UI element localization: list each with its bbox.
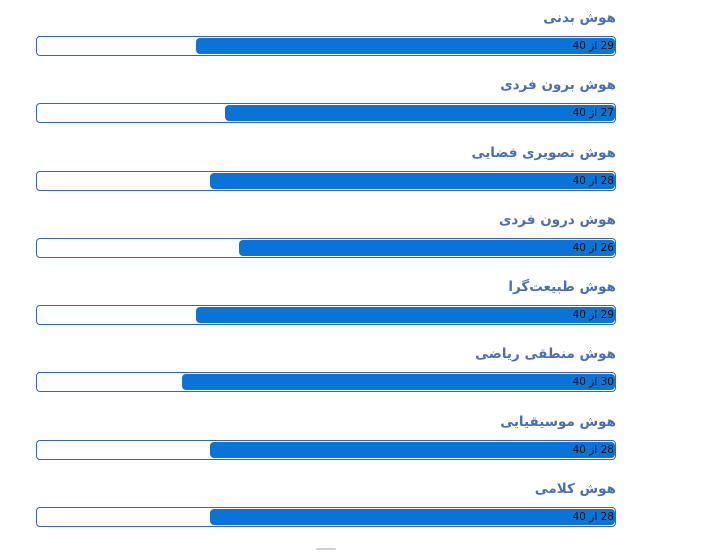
result-label: هوش طبیعت‌گرا — [508, 279, 616, 295]
score-progress-bar: 28 از 40 — [36, 171, 616, 191]
score-bar-fill — [195, 38, 615, 54]
result-label: هوش بدنی — [543, 10, 616, 26]
result-item: هوش تصویری فضایی 28 از 40 — [36, 143, 616, 203]
scroll-handle[interactable] — [316, 548, 336, 550]
score-bar-fill — [210, 173, 615, 189]
score-progress-bar: 26 از 40 — [36, 238, 616, 258]
score-progress-bar: 28 از 40 — [36, 440, 616, 460]
score-value: 28 از 40 — [572, 175, 614, 187]
result-item: هوش برون فردی 27 از 40 — [36, 75, 616, 135]
score-bar-fill — [239, 240, 615, 256]
score-value: 30 از 40 — [572, 376, 614, 388]
score-bar-fill — [181, 374, 615, 390]
score-progress-bar: 28 از 40 — [36, 507, 616, 527]
result-label: هوش برون فردی — [500, 77, 616, 93]
score-value: 29 از 40 — [572, 40, 614, 52]
result-item: هوش موسیقیایی 28 از 40 — [36, 412, 616, 472]
result-item: هوش درون فردی 26 از 40 — [36, 210, 616, 270]
score-value: 27 از 40 — [572, 107, 614, 119]
score-value: 28 از 40 — [572, 511, 614, 523]
intelligence-results-list: هوش بدنی 29 از 40 هوش برون فردی 27 از 40… — [0, 0, 707, 557]
score-progress-bar: 30 از 40 — [36, 372, 616, 392]
score-bar-fill — [195, 307, 615, 323]
score-bar-fill — [224, 105, 615, 121]
score-value: 26 از 40 — [572, 242, 614, 254]
score-progress-bar: 29 از 40 — [36, 36, 616, 56]
result-label: هوش منطقی ریاضی — [475, 346, 616, 362]
score-progress-bar: 29 از 40 — [36, 305, 616, 325]
result-item: هوش منطقی ریاضی 30 از 40 — [36, 344, 616, 404]
result-item: هوش بدنی 29 از 40 — [36, 8, 616, 68]
result-label: هوش تصویری فضایی — [471, 145, 616, 161]
result-item: هوش طبیعت‌گرا 29 از 40 — [36, 277, 616, 337]
result-label: هوش درون فردی — [498, 212, 616, 228]
score-value: 28 از 40 — [572, 444, 614, 456]
score-progress-bar: 27 از 40 — [36, 103, 616, 123]
result-label: هوش کلامی — [534, 481, 616, 497]
score-bar-fill — [210, 509, 615, 525]
score-bar-fill — [210, 442, 615, 458]
score-value: 29 از 40 — [572, 309, 614, 321]
result-item: هوش کلامی 28 از 40 — [36, 479, 616, 539]
result-label: هوش موسیقیایی — [500, 414, 616, 430]
